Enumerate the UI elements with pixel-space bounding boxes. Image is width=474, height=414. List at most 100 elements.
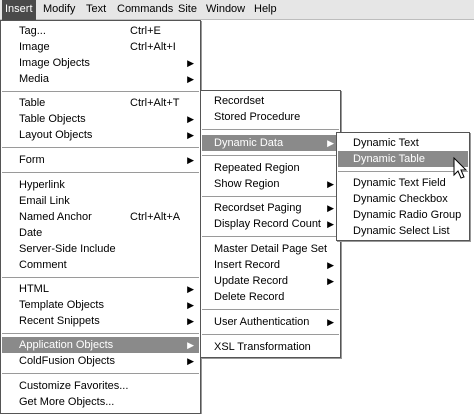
menu-item-label: Repeated Region: [214, 162, 300, 174]
menu-item-label: Master Detail Page Set: [214, 243, 328, 255]
menu-item-recordset-paging[interactable]: Recordset Paging ▶: [202, 200, 339, 216]
menu-item-recordset[interactable]: Recordset: [202, 93, 339, 109]
menu-item-table-objects[interactable]: Table Objects ▶: [2, 111, 199, 127]
menubar-help[interactable]: Help: [251, 0, 280, 20]
menu-item-label: Table: [19, 97, 46, 109]
menu-item-label: Insert Record: [214, 259, 281, 271]
menu-item-label: Date: [19, 227, 43, 239]
menu-item-image[interactable]: Image Ctrl+Alt+I: [2, 39, 199, 55]
menu-item-dynamic-select-list[interactable]: Dynamic Select List: [338, 223, 468, 239]
menu-item-repeated-region[interactable]: Repeated Region: [202, 160, 339, 176]
submenu-arrow-icon: ▶: [327, 317, 334, 327]
menu-item-customize-favorites[interactable]: Customize Favorites...: [2, 378, 199, 394]
submenu-arrow-icon: ▶: [327, 179, 334, 189]
menu-item-label: ColdFusion Objects: [19, 355, 115, 367]
menu-item-dynamic-radio-group[interactable]: Dynamic Radio Group: [338, 207, 468, 223]
submenu-arrow-icon: ▶: [187, 356, 194, 366]
menu-item-coldfusion-objects[interactable]: ColdFusion Objects ▶: [2, 353, 199, 369]
menu-item-form[interactable]: Form ▶: [2, 152, 199, 168]
menu-separator: [202, 196, 339, 197]
menu-item-label: Dynamic Table: [353, 153, 425, 165]
menu-item-delete-record[interactable]: Delete Record: [202, 289, 339, 305]
menu-item-label: Get More Objects...: [19, 396, 115, 408]
menu-item-label: User Authentication: [214, 316, 310, 328]
menu-item-show-region[interactable]: Show Region ▶: [202, 176, 339, 192]
menu-item-label: Dynamic Text Field: [353, 177, 446, 189]
menu-item-layout-objects[interactable]: Layout Objects ▶: [2, 127, 199, 143]
dynamic-data-submenu: Dynamic Text Dynamic Table Dynamic Text …: [336, 132, 470, 241]
menu-item-label: Tag...: [19, 25, 46, 37]
menu-item-label: Image Objects: [19, 57, 90, 69]
menu-item-named-anchor[interactable]: Named Anchor Ctrl+Alt+A: [2, 209, 199, 225]
menu-item-recent-snippets[interactable]: Recent Snippets ▶: [2, 313, 199, 329]
menu-item-label: Hyperlink: [19, 179, 65, 191]
submenu-arrow-icon: ▶: [187, 74, 194, 84]
submenu-arrow-icon: ▶: [327, 138, 334, 148]
menu-item-dynamic-data[interactable]: Dynamic Data ▶: [202, 135, 339, 151]
submenu-arrow-icon: ▶: [327, 276, 334, 286]
submenu-arrow-icon: ▶: [187, 284, 194, 294]
submenu-arrow-icon: ▶: [187, 340, 194, 350]
menubar-text[interactable]: Text: [83, 0, 109, 20]
menu-item-label: Media: [19, 73, 49, 85]
menu-item-get-more-objects[interactable]: Get More Objects...: [2, 394, 199, 410]
menubar-modify[interactable]: Modify: [40, 0, 78, 20]
menu-separator: [202, 155, 339, 156]
menu-item-dynamic-checkbox[interactable]: Dynamic Checkbox: [338, 191, 468, 207]
menu-item-label: HTML: [19, 283, 49, 295]
menubar-commands[interactable]: Commands: [114, 0, 176, 20]
menu-item-display-record-count[interactable]: Display Record Count ▶: [202, 216, 339, 232]
menu-item-hyperlink[interactable]: Hyperlink: [2, 177, 199, 193]
menu-item-shortcut: Ctrl+E: [130, 25, 161, 37]
menu-item-label: Dynamic Select List: [353, 225, 450, 237]
menu-item-label: Application Objects: [19, 339, 114, 351]
menu-item-dynamic-text[interactable]: Dynamic Text: [338, 135, 468, 151]
menu-item-label: Server-Side Include: [19, 243, 116, 255]
menu-item-label: Dynamic Text: [353, 137, 419, 149]
menu-item-update-record[interactable]: Update Record ▶: [202, 273, 339, 289]
menubar-insert[interactable]: Insert: [2, 0, 36, 20]
submenu-arrow-icon: ▶: [187, 58, 194, 68]
menu-item-label: Recordset: [214, 95, 265, 107]
menu-item-table[interactable]: Table Ctrl+Alt+T: [2, 95, 199, 111]
submenu-arrow-icon: ▶: [187, 155, 194, 165]
menu-item-dynamic-text-field[interactable]: Dynamic Text Field: [338, 175, 468, 191]
menu-item-image-objects[interactable]: Image Objects ▶: [2, 55, 199, 71]
menu-item-label: Template Objects: [19, 299, 104, 311]
menu-item-date[interactable]: Date: [2, 225, 199, 241]
menu-item-email-link[interactable]: Email Link: [2, 193, 199, 209]
menu-item-html[interactable]: HTML ▶: [2, 281, 199, 297]
menubar-site[interactable]: Site: [175, 0, 200, 20]
menu-item-label: Show Region: [214, 178, 280, 190]
submenu-arrow-icon: ▶: [327, 203, 334, 213]
menu-item-dynamic-table[interactable]: Dynamic Table: [338, 151, 468, 167]
menu-item-label: Comment: [19, 259, 67, 271]
menu-item-label: Table Objects: [19, 113, 86, 125]
menu-item-label: Form: [19, 154, 45, 166]
menu-separator: [2, 373, 199, 374]
menu-item-application-objects[interactable]: Application Objects ▶: [2, 337, 199, 353]
application-objects-submenu: Recordset Stored Procedure Dynamic Data …: [200, 90, 341, 358]
submenu-arrow-icon: ▶: [187, 114, 194, 124]
menu-item-label: Customize Favorites...: [19, 380, 129, 392]
submenu-arrow-icon: ▶: [187, 316, 194, 326]
menubar-window[interactable]: Window: [203, 0, 248, 20]
menu-item-xsl-transformation[interactable]: XSL Transformation: [202, 339, 339, 355]
menu-item-label: Display Record Count: [214, 218, 321, 230]
menu-item-media[interactable]: Media ▶: [2, 71, 199, 87]
submenu-arrow-icon: ▶: [327, 260, 334, 270]
menu-item-master-detail-page-set[interactable]: Master Detail Page Set: [202, 241, 339, 257]
menu-item-user-authentication[interactable]: User Authentication ▶: [202, 314, 339, 330]
menu-item-comment[interactable]: Comment: [2, 257, 199, 273]
menu-item-stored-procedure[interactable]: Stored Procedure: [202, 109, 339, 125]
menu-separator: [202, 236, 339, 237]
menu-item-template-objects[interactable]: Template Objects ▶: [2, 297, 199, 313]
menu-item-server-side-include[interactable]: Server-Side Include: [2, 241, 199, 257]
menu-item-label: Dynamic Checkbox: [353, 193, 448, 205]
menu-separator: [202, 129, 339, 130]
mouse-pointer-icon: [453, 157, 468, 179]
menu-separator: [2, 333, 199, 334]
menu-item-insert-record[interactable]: Insert Record ▶: [202, 257, 339, 273]
menu-item-tag[interactable]: Tag... Ctrl+E: [2, 23, 199, 39]
menu-separator: [2, 172, 199, 173]
